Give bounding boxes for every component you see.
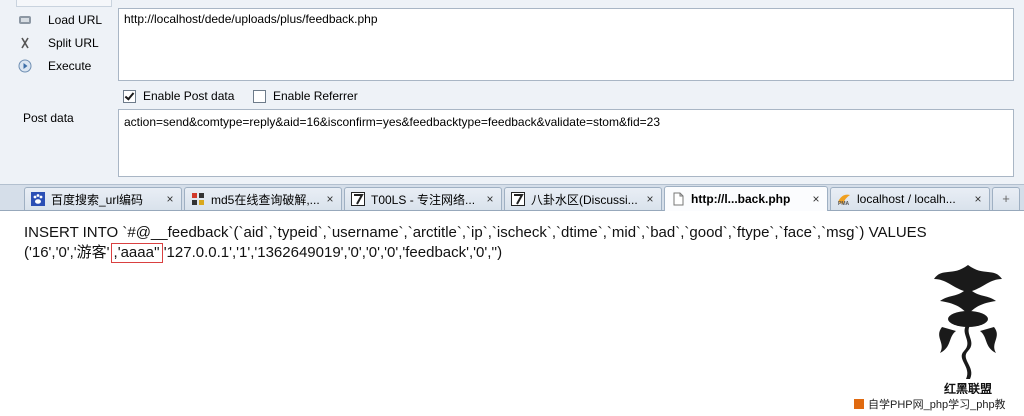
load-url-button[interactable]: Load URL	[18, 10, 102, 30]
split-url-icon	[18, 36, 32, 50]
close-icon[interactable]: ×	[483, 192, 497, 206]
enable-referrer-checkbox[interactable]: Enable Referrer	[253, 89, 358, 103]
close-icon[interactable]: ×	[323, 192, 337, 206]
hackbar-top-edge	[16, 0, 112, 7]
sql-values-end: '127.0.0.1','1','1362649019','0','0','0'…	[163, 244, 503, 261]
tab-label: md5在线查询破解,...	[211, 192, 320, 207]
hackbar-panel: Load URL Split URL Execute http://localh…	[0, 0, 1024, 184]
seven-icon	[351, 192, 365, 206]
post-data-label: Post data	[23, 111, 74, 125]
tab-feedback-active[interactable]: http://l...back.php ×	[664, 186, 828, 211]
tab-md5[interactable]: md5在线查询破解,... ×	[184, 187, 342, 210]
url-textarea[interactable]: http://localhost/dede/uploads/plus/feedb…	[118, 8, 1014, 81]
tab-label: 八卦水区(Discussi...	[531, 192, 638, 207]
watermark-square-icon	[854, 399, 864, 409]
tab-bar: 百度搜索_url编码 × md5在线查询破解,... × T00LS - 专注网…	[0, 184, 1024, 211]
tab-label: http://l...back.php	[691, 192, 791, 206]
plus-icon: +	[1002, 191, 1010, 206]
execute-button[interactable]: Execute	[18, 56, 91, 76]
tab-t00ls[interactable]: T00LS - 专注网络... ×	[344, 187, 502, 210]
close-icon[interactable]: ×	[971, 192, 985, 206]
execute-icon	[18, 59, 32, 73]
enable-referrer-checkbox-box[interactable]	[253, 89, 266, 103]
tab-bagua[interactable]: 八卦水区(Discussi... ×	[504, 187, 662, 210]
enable-referrer-label: Enable Referrer	[273, 89, 358, 103]
execute-label: Execute	[48, 59, 92, 73]
new-tab-button[interactable]: +	[992, 187, 1020, 210]
enable-post-label: Enable Post data	[143, 89, 235, 103]
sql-values-start: ('16','0','游客'	[24, 244, 110, 261]
enable-post-checkbox[interactable]: Enable Post data	[123, 89, 234, 103]
tab-baidu[interactable]: 百度搜索_url编码 ×	[24, 187, 182, 210]
highlighted-injection: ,'aaaa''	[110, 243, 163, 263]
tab-phpmyadmin[interactable]: PMA localhost / localh... ×	[830, 187, 990, 210]
seven-icon	[511, 192, 525, 206]
close-icon[interactable]: ×	[809, 192, 823, 206]
sql-line-2: ('16','0','游客' ,'aaaa'' '127.0.0.1','1','1…	[24, 243, 1024, 263]
load-url-label: Load URL	[48, 13, 103, 27]
post-data-textarea[interactable]: action=send&comtype=reply&aid=16&isconfi…	[118, 109, 1014, 177]
sql-line-1: INSERT INTO `#@__feedback`(`aid`,`typeid…	[24, 224, 927, 241]
enable-post-checkbox-box[interactable]	[123, 89, 136, 103]
page-content: INSERT INTO `#@__feedback`(`aid`,`typeid…	[0, 211, 1024, 416]
close-icon[interactable]: ×	[163, 192, 177, 206]
split-url-label: Split URL	[48, 36, 99, 50]
split-url-button[interactable]: Split URL	[18, 33, 99, 53]
svg-text:PMA: PMA	[838, 201, 850, 206]
watermark-text: 自学PHP网_php学习_php教	[868, 399, 1006, 411]
sql-output: INSERT INTO `#@__feedback`(`aid`,`typeid…	[24, 223, 1024, 263]
paw-icon	[31, 192, 45, 206]
tab-label: localhost / localh...	[857, 192, 956, 206]
pma-icon: PMA	[837, 192, 851, 206]
tab-label: T00LS - 专注网络...	[371, 192, 476, 207]
grid-icon	[191, 192, 205, 206]
tab-label: 百度搜索_url编码	[51, 192, 144, 207]
hongheilianmeng-logo: 红黑联盟	[912, 257, 1024, 397]
page-icon	[671, 192, 685, 206]
close-icon[interactable]: ×	[643, 192, 657, 206]
load-url-icon	[18, 13, 32, 27]
site-watermark: 自学PHP网_php学习_php教	[854, 394, 1024, 414]
